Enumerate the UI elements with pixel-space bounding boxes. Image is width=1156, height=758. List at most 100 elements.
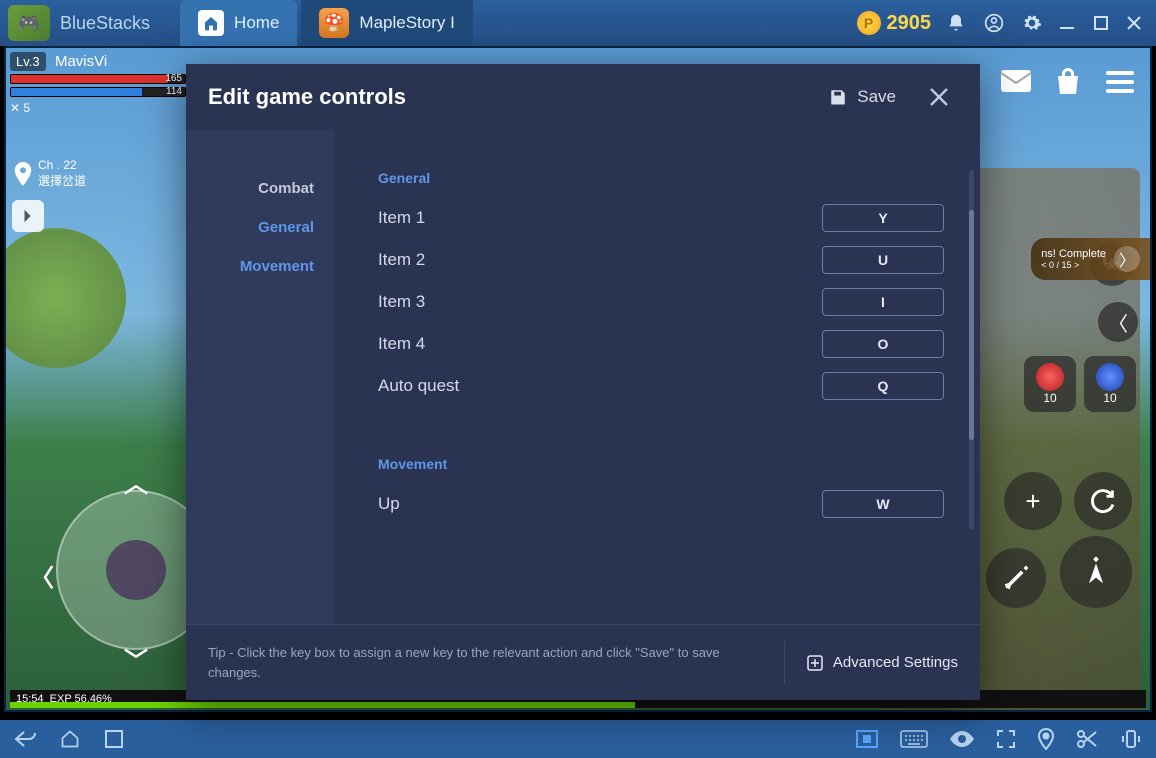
chevron-right-icon xyxy=(21,209,35,223)
quest-banner[interactable]: ns! Complete < 0 / 15 > 〉 xyxy=(1031,238,1150,280)
category-general[interactable]: General xyxy=(258,219,314,236)
save-label: Save xyxy=(857,87,896,107)
attack-button[interactable] xyxy=(986,548,1046,608)
item-slots: 10 10 xyxy=(1024,356,1136,412)
game-app-icon: 🍄 xyxy=(319,8,349,38)
clock-text: 15:54 xyxy=(16,693,44,705)
dpad-down-icon[interactable]: ﹀ xyxy=(124,641,148,676)
modal-footer: Tip - Click the key box to assign a new … xyxy=(186,624,980,700)
control-label: Up xyxy=(378,494,400,514)
account-icon[interactable] xyxy=(984,13,1004,33)
close-window-icon[interactable] xyxy=(1126,15,1142,31)
brand-label: BlueStacks xyxy=(60,13,150,34)
coin-balance[interactable]: P 2905 xyxy=(857,11,932,35)
quest-progress: < 0 / 15 > xyxy=(1041,260,1106,270)
key-input[interactable]: Y xyxy=(822,204,944,232)
control-row: Item 2 U xyxy=(378,246,944,274)
tab-game-label: MapleStory I xyxy=(359,13,454,33)
gear-plus-icon xyxy=(807,655,823,671)
control-row: Item 1 Y xyxy=(378,204,944,232)
player-name: MavisVi xyxy=(55,53,107,70)
collapse-right-button[interactable]: 〈 xyxy=(1098,302,1138,342)
visibility-icon[interactable] xyxy=(950,731,974,747)
shake-icon[interactable] xyxy=(1120,728,1142,750)
player-level: Lv.3 xyxy=(10,52,46,71)
pin-icon xyxy=(14,162,32,186)
divider xyxy=(784,641,785,685)
coin-value: 2905 xyxy=(887,12,932,35)
expand-button[interactable] xyxy=(12,200,44,232)
hp-bar: 165 xyxy=(10,74,186,84)
section-heading-movement: Movement xyxy=(378,456,944,472)
dpad-left-icon[interactable]: 〈 xyxy=(30,558,54,593)
category-movement[interactable]: Movement xyxy=(240,258,314,275)
key-input[interactable]: O xyxy=(822,330,944,358)
plus-button[interactable]: + xyxy=(1004,472,1062,530)
chevron-right-icon: 〉 xyxy=(1114,246,1140,272)
key-input[interactable]: I xyxy=(822,288,944,316)
item-slot-1[interactable]: 10 xyxy=(1024,356,1076,412)
tab-home-label: Home xyxy=(234,13,279,33)
mp-bar: 114 xyxy=(10,87,186,97)
modal-title: Edit game controls xyxy=(208,84,829,110)
location-display[interactable]: Ch . 22 選擇岔道 xyxy=(14,158,86,189)
home-nav-icon[interactable] xyxy=(60,729,80,749)
scissors-icon[interactable] xyxy=(1076,729,1098,749)
bag-icon[interactable] xyxy=(1050,64,1086,100)
system-bar xyxy=(0,720,1156,758)
maximize-icon[interactable] xyxy=(1094,16,1108,30)
category-sidebar: Combat General Movement xyxy=(186,130,334,624)
category-combat[interactable]: Combat xyxy=(258,180,314,197)
control-row: Item 3 I xyxy=(378,288,944,316)
bluestacks-logo-icon xyxy=(8,5,50,41)
mail-icon[interactable] xyxy=(998,64,1034,100)
control-label: Item 4 xyxy=(378,334,425,354)
location-toggle-icon[interactable] xyxy=(1038,728,1054,750)
save-icon xyxy=(829,88,847,106)
control-row: Item 4 O xyxy=(378,330,944,358)
back-icon[interactable] xyxy=(14,730,36,748)
key-input[interactable]: W xyxy=(822,490,944,518)
tip-text: Tip - Click the key box to assign a new … xyxy=(208,643,762,682)
toggle-lock-icon[interactable] xyxy=(856,730,878,748)
dpad-up-icon[interactable]: ︿ xyxy=(124,464,148,499)
tab-home[interactable]: Home xyxy=(180,0,297,46)
minimize-icon[interactable] xyxy=(1060,15,1076,31)
item-slot-2[interactable]: 10 xyxy=(1084,356,1136,412)
key-input[interactable]: U xyxy=(822,246,944,274)
edit-controls-modal: Edit game controls Save Combat General M… xyxy=(186,64,980,700)
close-icon xyxy=(928,86,950,108)
scrollbar-thumb[interactable] xyxy=(969,210,974,440)
hp-potion-icon xyxy=(1036,363,1064,391)
tab-game[interactable]: 🍄 MapleStory I xyxy=(301,0,472,46)
key-input[interactable]: Q xyxy=(822,372,944,400)
save-button[interactable]: Save xyxy=(829,87,896,107)
player-info-panel: Lv.3 MavisVi 165 114 ✕ 5 xyxy=(10,52,186,115)
settings-icon[interactable] xyxy=(1022,13,1042,33)
exp-text: EXP 56.46% xyxy=(50,693,112,705)
title-bar: BlueStacks Home 🍄 MapleStory I P 2905 xyxy=(0,0,1156,46)
cycle-button[interactable] xyxy=(1074,472,1132,530)
coin-icon: P xyxy=(857,11,881,35)
channel-text: Ch . 22 xyxy=(38,158,86,172)
recents-icon[interactable] xyxy=(104,729,124,749)
dpad-stick[interactable] xyxy=(106,540,166,600)
control-label: Auto quest xyxy=(378,376,459,396)
modal-header: Edit game controls Save xyxy=(186,64,980,130)
advanced-settings-button[interactable]: Advanced Settings xyxy=(807,654,958,671)
advanced-settings-label: Advanced Settings xyxy=(833,654,958,671)
mp-potion-icon xyxy=(1096,363,1124,391)
close-button[interactable] xyxy=(920,82,958,112)
fullscreen-icon[interactable] xyxy=(996,729,1016,749)
keyboard-icon[interactable] xyxy=(900,730,928,748)
section-heading-general: General xyxy=(378,170,944,186)
menu-icon[interactable] xyxy=(1102,64,1138,100)
jump-button[interactable] xyxy=(1060,536,1132,608)
notifications-icon[interactable] xyxy=(946,13,966,33)
lives-count: ✕ 5 xyxy=(10,101,186,115)
controls-list[interactable]: General Item 1 Y Item 2 U Item 3 I Item … xyxy=(334,130,980,624)
control-label: Item 1 xyxy=(378,208,425,228)
quest-text: ns! Complete xyxy=(1041,248,1106,260)
location-text: 選擇岔道 xyxy=(38,172,86,189)
control-label: Item 3 xyxy=(378,292,425,312)
